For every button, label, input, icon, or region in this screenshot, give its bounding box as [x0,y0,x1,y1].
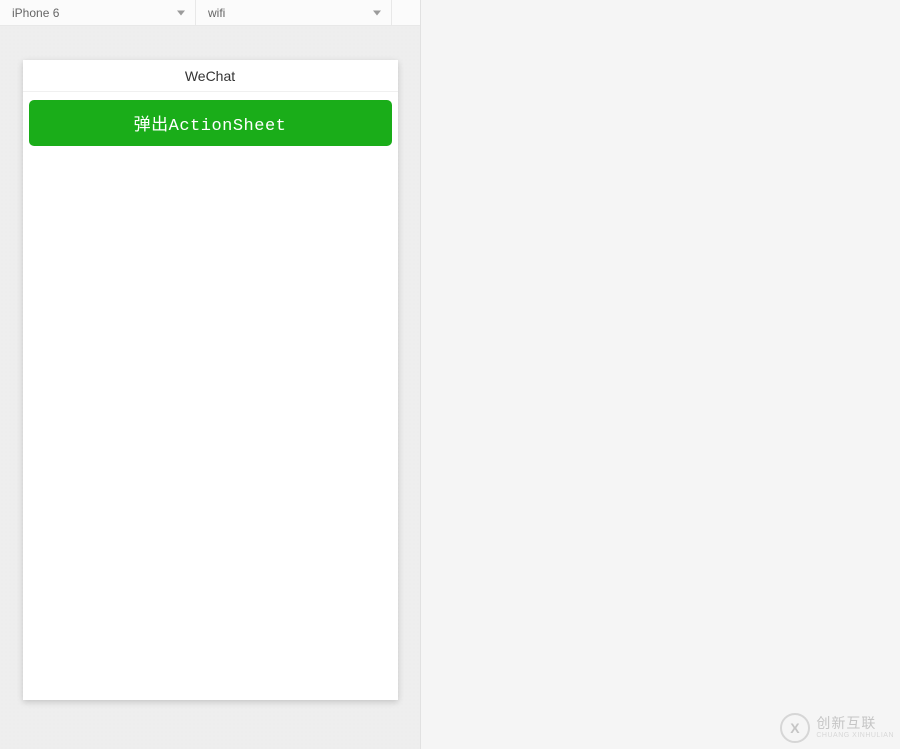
chevron-down-icon [373,10,381,15]
simulator-body: WeChat 弹出ActionSheet [0,26,420,749]
network-dropdown[interactable]: wifi [196,0,392,25]
watermark-logo-icon: X [780,713,810,743]
watermark: X 创新互联 CHUANG XINHULIAN [780,713,894,743]
watermark-line1: 创新互联 [816,716,894,731]
page-title: WeChat [23,60,398,92]
device-dropdown-value: iPhone 6 [12,6,59,20]
chevron-down-icon [177,10,185,15]
phone-frame: WeChat 弹出ActionSheet [23,60,398,700]
simulator-pane: iPhone 6 wifi WeChat 弹出ActionSheet [0,0,421,749]
device-dropdown[interactable]: iPhone 6 [0,0,196,25]
phone-content: 弹出ActionSheet [23,92,398,700]
network-dropdown-value: wifi [208,6,225,20]
watermark-line2: CHUANG XINHULIAN [816,732,894,740]
simulator-controls: iPhone 6 wifi [0,0,420,26]
show-actionsheet-button[interactable]: 弹出ActionSheet [29,100,392,146]
